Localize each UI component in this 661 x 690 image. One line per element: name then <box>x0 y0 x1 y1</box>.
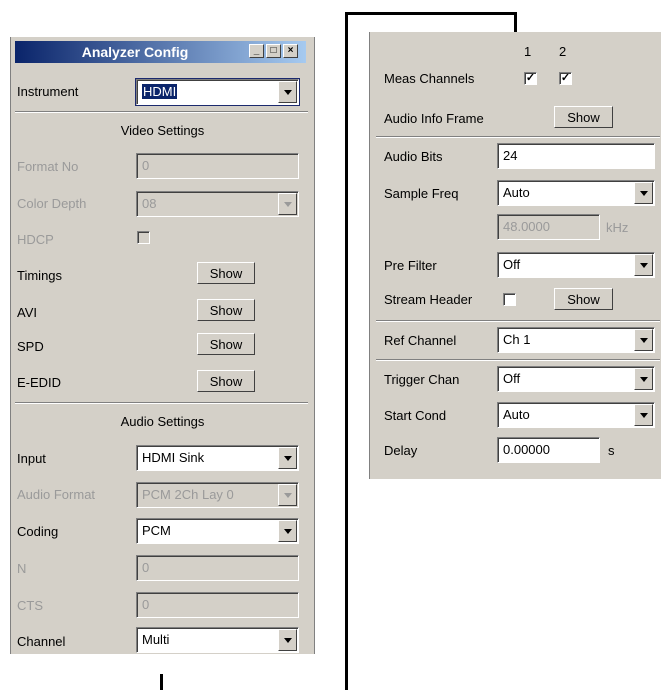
divider <box>376 359 660 361</box>
stream-header-show-button[interactable]: Show <box>554 288 613 310</box>
start-cond-select[interactable]: Auto <box>497 402 655 428</box>
color-depth-label: Color Depth <box>17 196 87 211</box>
divider <box>376 136 660 138</box>
input-value: HDMI Sink <box>142 450 205 465</box>
divider <box>15 111 308 113</box>
timings-label: Timings <box>17 268 63 283</box>
connector-line-top <box>345 12 517 15</box>
channel-2-header: 2 <box>559 44 567 59</box>
pre-filter-label: Pre Filter <box>384 258 437 273</box>
chevron-down-icon <box>278 193 297 215</box>
stream-header-checkbox[interactable] <box>503 293 516 306</box>
audio-format-label: Audio Format <box>17 487 96 502</box>
sample-freq-select[interactable]: Auto <box>497 180 655 206</box>
audio-info-frame-label: Audio Info Frame <box>384 111 484 126</box>
ref-channel-label: Ref Channel <box>384 333 457 348</box>
delay-label: Delay <box>384 443 418 458</box>
channel-1-header: 1 <box>524 44 532 59</box>
hdcp-label: HDCP <box>17 232 54 247</box>
format-no-label: Format No <box>17 159 79 174</box>
timings-show-button[interactable]: Show <box>197 262 255 284</box>
ref-channel-select[interactable]: Ch 1 <box>497 327 655 353</box>
cts-label: CTS <box>17 598 43 613</box>
spd-label: SPD <box>17 339 44 354</box>
channel-select[interactable]: Multi <box>136 627 299 653</box>
channel-label: Channel <box>17 634 66 649</box>
connector-line-left-stub <box>160 674 163 690</box>
hdcp-checkbox <box>137 231 150 244</box>
chevron-down-icon <box>278 484 297 506</box>
cts-field: 0 <box>136 592 299 618</box>
sample-freq-unit: kHz <box>606 220 629 235</box>
pre-filter-value: Off <box>503 257 521 272</box>
coding-value: PCM <box>142 523 171 538</box>
sample-freq-readout: 48.0000 <box>497 214 600 240</box>
input-label: Input <box>17 451 46 466</box>
sample-freq-value: Auto <box>503 185 530 200</box>
divider <box>15 402 308 404</box>
coding-select[interactable]: PCM <box>136 518 299 544</box>
ref-channel-value: Ch 1 <box>503 332 531 347</box>
delay-unit: s <box>608 443 615 458</box>
stream-header-label: Stream Header <box>384 292 473 307</box>
n-field: 0 <box>136 555 299 581</box>
color-depth-value: 08 <box>142 196 157 211</box>
instrument-select[interactable]: HDMI <box>135 78 300 106</box>
chevron-down-icon[interactable] <box>278 447 297 469</box>
sample-freq-label: Sample Freq <box>384 186 459 201</box>
connector-line-vertical <box>345 12 348 690</box>
instrument-label: Instrument <box>17 84 79 99</box>
trigger-chan-label: Trigger Chan <box>384 372 460 387</box>
input-select[interactable]: HDMI Sink <box>136 445 299 471</box>
chevron-down-icon[interactable] <box>278 520 297 542</box>
trigger-chan-select[interactable]: Off <box>497 366 655 392</box>
analyzer-config-panel: Analyzer Config _ □ × Instrument HDMI Vi… <box>10 37 315 654</box>
close-button[interactable]: × <box>283 44 298 58</box>
chevron-down-icon[interactable] <box>634 404 653 426</box>
audio-bits-label: Audio Bits <box>384 149 443 164</box>
chevron-down-icon[interactable] <box>634 182 653 204</box>
divider <box>376 320 660 322</box>
maximize-button[interactable]: □ <box>266 44 281 58</box>
spd-show-button[interactable]: Show <box>197 333 255 355</box>
instrument-value: HDMI <box>142 84 178 99</box>
chevron-down-icon[interactable] <box>278 81 297 103</box>
chevron-down-icon[interactable] <box>278 629 297 651</box>
avi-show-button[interactable]: Show <box>197 299 255 321</box>
coding-label: Coding <box>17 524 59 539</box>
format-no-field: 0 <box>136 153 299 179</box>
eedid-label: E-EDID <box>17 375 62 390</box>
n-label: N <box>17 561 27 576</box>
title-bar: Analyzer Config _ □ × <box>15 41 306 63</box>
minimize-button[interactable]: _ <box>249 44 264 58</box>
color-depth-select: 08 <box>136 191 299 217</box>
channel-value: Multi <box>142 632 170 647</box>
chevron-down-icon[interactable] <box>634 329 653 351</box>
start-cond-label: Start Cond <box>384 408 447 423</box>
delay-field[interactable]: 0.00000 <box>497 437 600 463</box>
audio-format-value: PCM 2Ch Lay 0 <box>142 487 234 502</box>
audio-bits-field[interactable]: 24 <box>497 143 655 169</box>
chevron-down-icon[interactable] <box>634 368 653 390</box>
audio-format-select: PCM 2Ch Lay 0 <box>136 482 299 508</box>
analyzer-config-panel-continued: 1 2 Meas Channels ✓ ✓ Audio Info Frame S… <box>369 32 661 479</box>
trigger-chan-value: Off <box>503 371 521 386</box>
audio-settings-header: Audio Settings <box>120 414 205 429</box>
meas-channel-1-checkbox[interactable]: ✓ <box>524 72 537 85</box>
start-cond-value: Auto <box>503 407 530 422</box>
meas-channels-label: Meas Channels <box>384 71 475 86</box>
audio-info-frame-show-button[interactable]: Show <box>554 106 613 128</box>
meas-channel-2-checkbox[interactable]: ✓ <box>559 72 572 85</box>
pre-filter-select[interactable]: Off <box>497 252 655 278</box>
video-settings-header: Video Settings <box>120 123 205 138</box>
eedid-show-button[interactable]: Show <box>197 370 255 392</box>
avi-label: AVI <box>17 305 37 320</box>
window-title: Analyzer Config <box>81 44 189 60</box>
chevron-down-icon[interactable] <box>634 254 653 276</box>
